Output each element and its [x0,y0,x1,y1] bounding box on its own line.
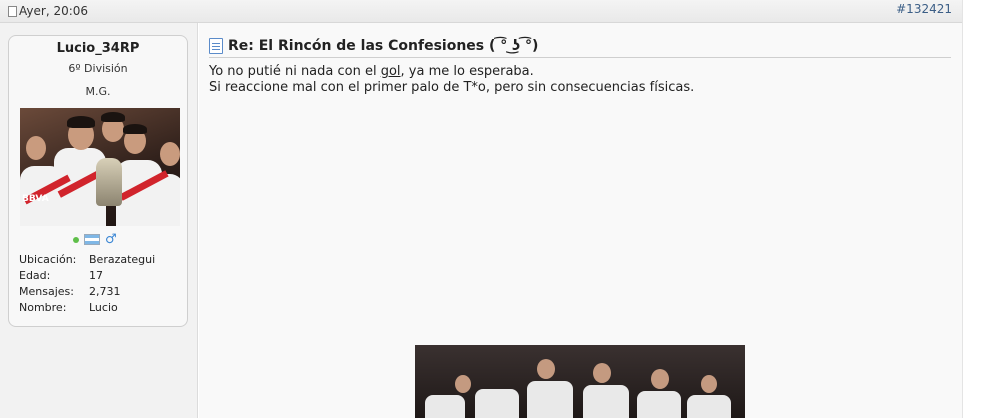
post-body-line-2: Si reaccione mal con el primer palo de T… [209,80,695,95]
user-field-row: Nombre: Lucio [19,300,155,316]
avatar-sponsor-text: BBVA [22,194,49,204]
userinfo-column: Lucio_34RP 6º División M.G. BBVA ♂ Ubica… [0,23,198,418]
post-date-text: Ayer, 20:06 [19,4,89,18]
post-body: Yo no putié ni nada con el gol, ya me lo… [209,64,694,96]
user-field-label: Edad: [19,269,51,282]
user-fields: Ubicación: Berazategui Edad: 17 Mensajes… [19,252,155,316]
post-embedded-image[interactable] [415,345,745,418]
user-field-label: Mensajes: [19,285,74,298]
user-field-value: 2,731 [89,285,121,298]
page-scrollbar[interactable] [962,0,982,418]
post-text: Yo no putié ni nada con el [209,64,381,79]
username-link[interactable]: Lucio_34RP [9,41,187,56]
userinfo-box: Lucio_34RP 6º División M.G. BBVA ♂ Ubica… [8,35,188,327]
post-header: Ayer, 20:06 #132421 [0,0,962,23]
document-icon [209,38,223,54]
user-field-label: Ubicación: [19,253,77,266]
post-title: Re: El Rincón de las Confesiones ( ͡° ͜ʖ… [228,38,539,54]
post-date: Ayer, 20:06 [8,4,88,18]
trophy-image [96,158,122,206]
post-body-line-1: Yo no putié ni nada con el gol, ya me lo… [209,64,694,80]
post-content: Re: El Rincón de las Confesiones ( ͡° ͜ʖ… [199,23,962,418]
user-field-row: Edad: 17 [19,268,155,284]
user-field-value: 17 [89,269,103,282]
post-title-row: Re: El Rincón de las Confesiones ( ͡° ͜ʖ… [209,35,951,58]
online-status-icon [73,236,79,243]
user-status-icons: ♂ [73,233,117,246]
user-title: 6º División [68,62,128,75]
male-gender-icon: ♂ [105,232,117,247]
user-subtitle: M.G. [85,85,111,98]
user-field-row: Ubicación: Berazategui [19,252,155,268]
avatar[interactable]: BBVA [20,108,180,226]
user-field-value: Berazategui [89,253,156,266]
post-text: , ya me lo esperaba. [400,64,534,79]
user-field-value: Lucio [89,301,118,314]
post-status-icon [8,5,17,17]
gol-link[interactable]: gol [381,64,401,79]
argentina-flag-icon [84,234,100,245]
user-field-row: Mensajes: 2,731 [19,284,155,300]
user-field-label: Nombre: [19,301,67,314]
post-number-link[interactable]: #132421 [896,2,952,16]
